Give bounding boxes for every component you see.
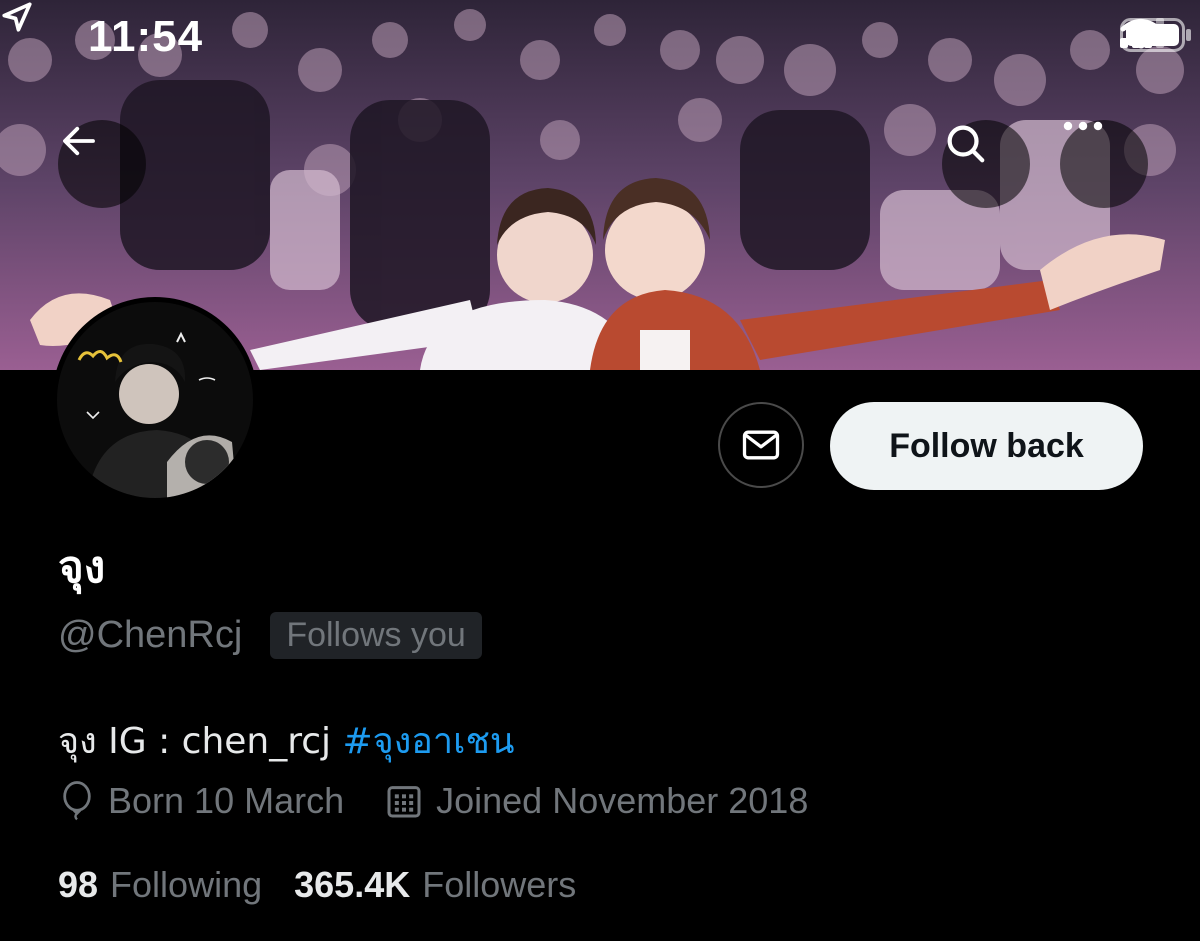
birthday-item: Born 10 March <box>58 780 344 822</box>
more-icon <box>1063 121 1103 131</box>
profile-meta: Born 10 March Joined November 2018 <box>58 780 848 822</box>
location-arrow-icon <box>2 2 32 32</box>
display-name: จุง <box>58 542 106 593</box>
mail-icon <box>742 430 780 460</box>
message-button[interactable] <box>718 402 804 488</box>
balloon-icon <box>63 781 91 821</box>
following-count: 98 <box>58 864 99 905</box>
followers-count: 365.4K <box>294 864 411 905</box>
avatar-photo <box>57 302 253 498</box>
followers-stat[interactable]: 365.4K Followers <box>294 864 576 906</box>
joined-item: Joined November 2018 <box>384 780 808 822</box>
bio-hashtag-link[interactable]: #จุงอาเชน <box>342 721 514 762</box>
status-time: 11:54 <box>88 12 204 61</box>
profile-screen: 11:54 Follow back จุง @ChenRcj Follows y… <box>0 0 1200 941</box>
back-button[interactable] <box>58 120 146 208</box>
search-icon <box>947 125 985 163</box>
back-arrow-icon <box>63 126 95 156</box>
user-handle: @ChenRcj <box>58 614 243 656</box>
birthday-text: Born 10 March <box>108 780 345 821</box>
followers-label: Followers <box>422 864 577 905</box>
bio: จุง IG : chen_rcj #จุงอาเชน <box>58 712 515 769</box>
search-button[interactable] <box>942 120 1030 208</box>
joined-text: Joined November 2018 <box>436 780 809 821</box>
following-label: Following <box>110 864 263 905</box>
battery-icon <box>1120 18 1191 52</box>
follow-back-button[interactable]: Follow back <box>830 402 1143 490</box>
avatar[interactable] <box>52 297 258 503</box>
more-options-button[interactable] <box>1060 120 1148 208</box>
handle-row: @ChenRcj Follows you <box>58 612 482 659</box>
bio-text: จุง IG : chen_rcj <box>58 721 343 762</box>
calendar-icon <box>387 786 421 818</box>
follow-stats: 98 Following 365.4K Followers <box>58 864 608 906</box>
follows-you-badge: Follows you <box>270 612 482 659</box>
following-stat[interactable]: 98 Following <box>58 864 262 906</box>
